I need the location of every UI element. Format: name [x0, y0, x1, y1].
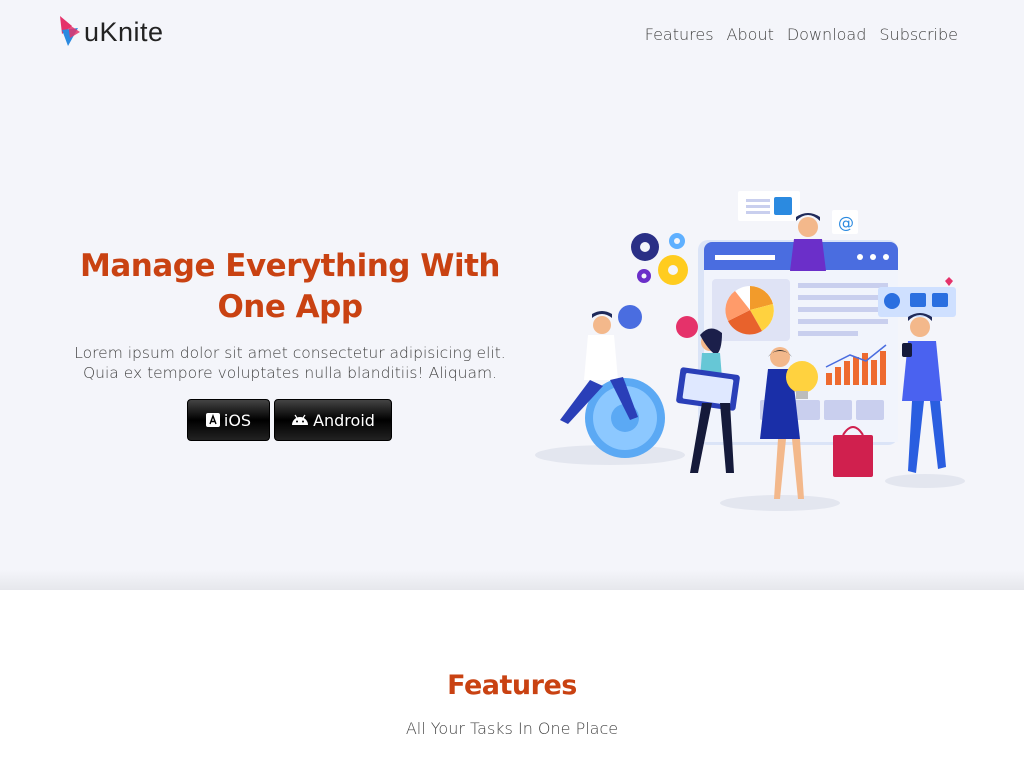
navbar: uKnite Features About Download Subscribe [0, 0, 1024, 70]
android-icon [292, 414, 309, 425]
android-button-label: Android [313, 410, 375, 430]
logo[interactable]: uKnite [58, 16, 164, 48]
svg-text:@: @ [838, 213, 854, 232]
nav-links: Features About Download Subscribe [645, 25, 958, 44]
features-subtitle: All Your Tasks In One Place [405, 719, 619, 738]
features-title: Features [447, 670, 577, 701]
brand-name: uKnite [84, 16, 164, 47]
nav-link-download[interactable]: Download [787, 25, 867, 44]
hero-description: Lorem ipsum dolor sit amet consectetur a… [74, 344, 506, 382]
android-button[interactable]: Android [274, 399, 392, 441]
hero-divider [0, 570, 1024, 590]
app-store-icon [205, 413, 220, 427]
download-buttons: iOS Android [187, 399, 392, 441]
ios-button-label: iOS [223, 410, 252, 430]
ios-button[interactable]: iOS [187, 399, 270, 441]
hero-illustration: @ [535, 191, 965, 511]
logo-icon [60, 16, 80, 46]
nav-link-subscribe[interactable]: Subscribe [879, 25, 958, 44]
hero-title: Manage Everything With One App [80, 248, 500, 325]
nav-link-about[interactable]: About [727, 25, 774, 44]
nav-link-features[interactable]: Features [645, 25, 714, 44]
